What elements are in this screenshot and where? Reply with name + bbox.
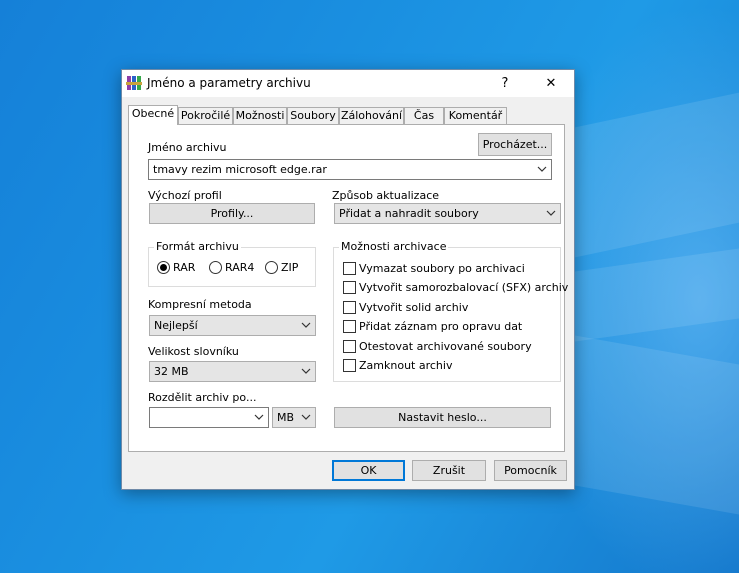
checkbox-box <box>343 262 356 275</box>
compression-method-select[interactable]: Nejlepší <box>149 315 316 336</box>
title-bar[interactable]: Jméno a parametry archivu ? ✕ <box>122 70 574 97</box>
update-mode-select[interactable]: Přidat a nahradit soubory <box>334 203 561 224</box>
tab-options[interactable]: Možnosti <box>233 107 287 124</box>
split-unit-value: MB <box>277 411 295 424</box>
tab-general[interactable]: Obecné <box>128 105 178 125</box>
checkbox-box <box>343 359 356 372</box>
browse-button[interactable]: Procházet... <box>478 133 552 156</box>
split-archive-label: Rozdělit archiv po... <box>148 391 257 404</box>
checkbox-solid[interactable]: Vytvořit solid archiv <box>343 300 553 316</box>
compression-method-value: Nejlepší <box>154 319 198 332</box>
checkbox-delete-after[interactable]: Vymazat soubory po archivaci <box>343 261 553 277</box>
tab-time[interactable]: Čas <box>404 107 444 124</box>
default-profile-label: Výchozí profil <box>148 189 222 202</box>
dictionary-size-label: Velikost slovníku <box>148 345 239 358</box>
chevron-down-icon <box>301 414 311 420</box>
radio-rar-circle <box>157 261 170 274</box>
general-tab-panel: Jméno archivu Procházet... tmavy rezim m… <box>128 124 568 452</box>
help-title-button[interactable]: ? <box>482 70 528 97</box>
archive-name-combo[interactable]: tmavy rezim microsoft edge.rar <box>148 159 552 180</box>
winrar-app-icon <box>126 76 142 90</box>
split-size-combo[interactable] <box>149 407 269 428</box>
set-password-button[interactable]: Nastavit heslo... <box>334 407 551 428</box>
checkbox-recovery-record[interactable]: Přidat záznam pro opravu dat <box>343 319 553 335</box>
split-unit-select[interactable]: MB <box>272 407 316 428</box>
radio-rar4[interactable]: RAR4 <box>209 260 259 276</box>
compression-method-label: Kompresní metoda <box>148 298 252 311</box>
wallpaper-beam <box>575 335 739 515</box>
radio-zip-circle <box>265 261 278 274</box>
help-button[interactable]: Pomocník <box>494 460 567 481</box>
chevron-down-icon <box>301 322 311 328</box>
archive-options-label: Možnosti archivace <box>339 240 449 253</box>
tab-backup[interactable]: Zálohování <box>339 107 404 124</box>
cancel-button[interactable]: Zrušit <box>412 460 486 481</box>
close-icon: ✕ <box>545 76 557 91</box>
close-button[interactable]: ✕ <box>528 70 574 97</box>
checkbox-box <box>343 340 356 353</box>
tab-advanced[interactable]: Pokročilé <box>178 107 233 124</box>
archive-name-value: tmavy rezim microsoft edge.rar <box>153 163 327 176</box>
archive-name-label: Jméno archivu <box>148 141 227 154</box>
wallpaper-beam <box>575 92 739 258</box>
checkbox-create-sfx[interactable]: Vytvořit samorozbalovací (SFX) archiv <box>343 280 568 296</box>
checkbox-box <box>343 320 356 333</box>
chevron-down-icon <box>546 210 556 216</box>
wallpaper-beam <box>575 248 739 342</box>
ok-button[interactable]: OK <box>332 460 405 481</box>
radio-rar[interactable]: RAR <box>157 260 202 276</box>
dialog-title: Jméno a parametry archivu <box>147 76 311 90</box>
checkbox-box <box>343 281 356 294</box>
update-mode-label: Způsob aktualizace <box>332 189 440 202</box>
radio-rar4-circle <box>209 261 222 274</box>
update-mode-value: Přidat a nahradit soubory <box>339 207 479 220</box>
chevron-down-icon <box>537 166 547 172</box>
dictionary-size-value: 32 MB <box>154 365 189 378</box>
checkbox-box <box>343 301 356 314</box>
tab-comment[interactable]: Komentář <box>444 107 507 124</box>
chevron-down-icon <box>254 414 264 420</box>
archive-format-label: Formát archivu <box>154 240 241 253</box>
help-icon: ? <box>501 76 509 91</box>
chevron-down-icon <box>301 368 311 374</box>
dictionary-size-select[interactable]: 32 MB <box>149 361 316 382</box>
desktop: { "dialog": { "title": "Jméno a parametr… <box>0 0 739 573</box>
tab-files[interactable]: Soubory <box>287 107 339 124</box>
checkbox-test-files[interactable]: Otestovat archivované soubory <box>343 339 553 355</box>
checkbox-lock-archive[interactable]: Zamknout archiv <box>343 358 553 374</box>
archive-dialog: Jméno a parametry archivu ? ✕ Obecné Pok… <box>121 69 575 490</box>
radio-zip[interactable]: ZIP <box>265 260 310 276</box>
profiles-button[interactable]: Profily... <box>149 203 315 224</box>
